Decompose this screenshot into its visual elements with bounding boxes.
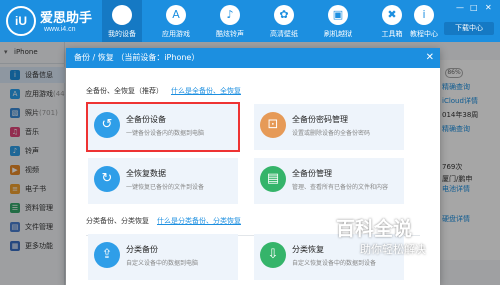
section-full-backup-header: 全备份、全恢复（推荐） 什么是全备份、全恢复 <box>86 87 241 95</box>
category-backup-icon: ⇪ <box>94 242 120 268</box>
nav-flash-jailbreak[interactable]: ▣ 刷机越狱 <box>318 0 358 42</box>
app-brand: 爱思助手 <box>40 11 93 26</box>
help-link[interactable]: 什么是全备份、全恢复 <box>171 87 241 95</box>
category-restore-icon: ⇩ <box>260 242 286 268</box>
nav-my-device[interactable]: 我的设备 <box>102 0 142 42</box>
app-url: www.i4.cn <box>44 26 76 33</box>
nav-tutorials[interactable]: i 教程中心 <box>406 0 442 42</box>
maximize-button[interactable]: □ <box>470 3 478 12</box>
close-icon[interactable]: ✕ <box>426 48 434 68</box>
backup-icon: ↺ <box>94 112 120 138</box>
tools-icon: ✖ <box>382 5 402 25</box>
apple-icon <box>112 5 132 25</box>
top-bar: iU 爱思助手 www.i4.cn 我的设备 A 应用游戏 ♪ 酷炫铃声 ✿ 高… <box>0 0 500 42</box>
folder-icon: ▤ <box>260 166 286 192</box>
download-center-button[interactable]: 下载中心 <box>444 22 494 35</box>
dialog-title: 备份 / 恢复 （当前设备：iPhone） <box>66 48 440 68</box>
restore-icon: ↻ <box>94 166 120 192</box>
bell-icon: ♪ <box>220 5 240 25</box>
close-window-button[interactable]: ✕ <box>485 3 492 12</box>
app-logo: iU <box>6 6 36 36</box>
box-icon: ▣ <box>328 5 348 25</box>
backup-management-card[interactable]: ▤ 全备份管理 管理、查看所有已备份的文件和内容 <box>254 158 404 204</box>
nav-apps-games[interactable]: A 应用游戏 <box>156 0 196 42</box>
minimize-button[interactable]: — <box>456 3 464 12</box>
section-category-backup-header: 分类备份、分类恢复 什么是分类备份、分类恢复 <box>86 217 241 225</box>
nav-ringtones[interactable]: ♪ 酷炫铃声 <box>210 0 250 42</box>
full-restore-card[interactable]: ↻ 全恢复数据 一键恢复已备份的文件到设备 <box>88 158 238 204</box>
info-icon: i <box>414 5 434 25</box>
watermark: 百科全说 助你轻松解决 <box>336 218 426 256</box>
help-link[interactable]: 什么是分类备份、分类恢复 <box>157 217 241 225</box>
nav-wallpapers[interactable]: ✿ 高清壁纸 <box>264 0 304 42</box>
app-store-icon: A <box>166 5 186 25</box>
backup-password-card[interactable]: ⊡ 全备份密码管理 设置或删除设备的全备份密码 <box>254 104 404 150</box>
category-backup-card[interactable]: ⇪ 分类备份 自定义设备中的数据到电脑 <box>88 234 238 280</box>
lock-icon: ⊡ <box>260 112 286 138</box>
full-backup-card[interactable]: ↺ 全备份设备 一键备份设备内的数据到电脑 <box>86 102 240 152</box>
flower-icon: ✿ <box>274 5 294 25</box>
